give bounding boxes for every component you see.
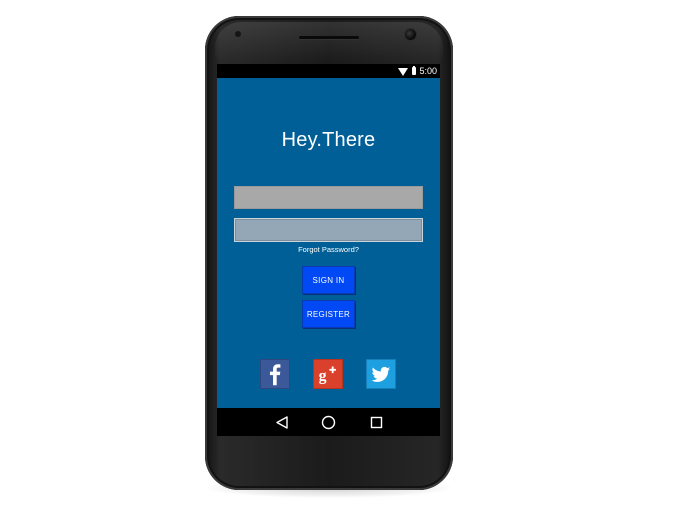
recent-apps-icon[interactable] — [370, 416, 383, 429]
google-plus-icon: g — [319, 366, 336, 385]
home-icon[interactable] — [321, 415, 336, 430]
back-icon[interactable] — [275, 416, 289, 429]
phone-highlight — [215, 22, 443, 62]
forgot-password-link[interactable]: Forgot Password? — [217, 245, 440, 254]
device-screen: 5:00 Hey.There Forgot Password? SIGN IN … — [217, 64, 440, 436]
sign-in-button[interactable]: SIGN IN — [302, 266, 355, 294]
twitter-icon — [371, 366, 391, 382]
battery-icon — [412, 66, 417, 75]
password-field[interactable] — [234, 218, 423, 242]
login-screen: Hey.There Forgot Password? SIGN IN REGIS… — [217, 78, 440, 408]
wifi-icon — [398, 67, 409, 76]
register-button[interactable]: REGISTER — [302, 300, 355, 328]
facebook-button[interactable] — [260, 359, 290, 389]
proximity-sensor — [235, 31, 241, 37]
google-plus-button[interactable]: g — [313, 359, 343, 389]
front-camera — [405, 29, 416, 40]
twitter-button[interactable] — [366, 359, 396, 389]
status-icons: 5:00 — [398, 65, 437, 77]
status-bar: 5:00 — [217, 64, 440, 78]
svg-text:g: g — [319, 368, 327, 385]
navigation-bar — [217, 408, 440, 436]
facebook-icon — [269, 364, 281, 386]
earpiece-speaker — [299, 36, 359, 39]
status-time: 5:00 — [419, 66, 437, 76]
username-field[interactable] — [234, 186, 423, 209]
app-title: Hey.There — [281, 129, 376, 151]
